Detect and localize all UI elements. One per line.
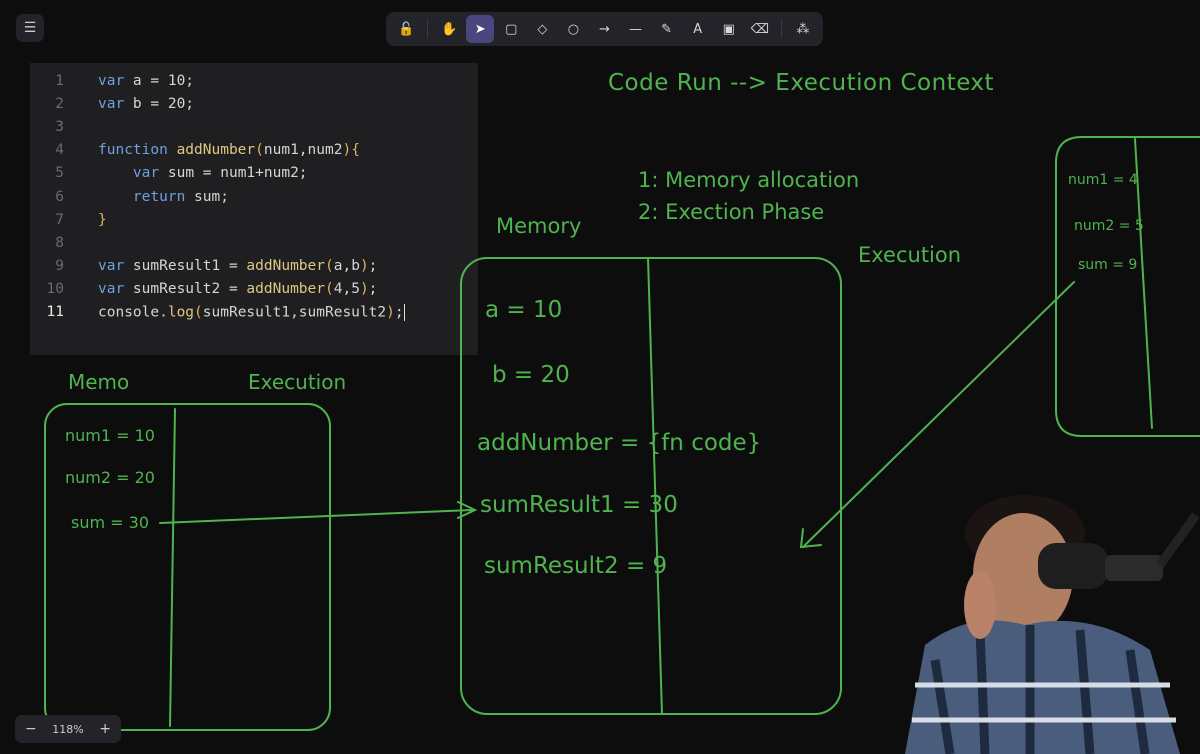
left-memory-entry: num2 = 20 bbox=[65, 468, 155, 487]
memory-entry: a = 10 bbox=[485, 297, 563, 323]
main-execution-label: Execution bbox=[858, 243, 962, 267]
main-memory-label: Memory bbox=[496, 214, 582, 238]
board-title: Code Run --> Execution Context bbox=[608, 70, 995, 96]
left-memory-label: Memo bbox=[68, 370, 130, 394]
memory-entry: addNumber = {fn code} bbox=[477, 430, 762, 456]
left-context-divider bbox=[169, 408, 176, 727]
memory-entry: sumResult2 = 9 bbox=[484, 553, 668, 579]
memory-entry: b = 20 bbox=[492, 362, 570, 388]
phase-step-1: 1: Memory allocation bbox=[638, 168, 860, 192]
right-memory-entry: sum = 9 bbox=[1078, 257, 1138, 273]
left-memory-entry: num1 = 10 bbox=[65, 426, 155, 445]
left-context-box bbox=[44, 403, 331, 731]
phase-step-2: 2: Exection Phase bbox=[638, 200, 825, 224]
zoom-in-button[interactable]: + bbox=[99, 721, 111, 737]
left-memory-entry: sum = 30 bbox=[71, 513, 149, 532]
presenter-webcam-overlay bbox=[905, 495, 1200, 754]
return-arrow-left bbox=[159, 509, 473, 524]
right-memory-entry: num2 = 5 bbox=[1074, 218, 1144, 234]
right-memory-entry: num1 = 4 bbox=[1068, 172, 1138, 188]
main-context-divider bbox=[647, 257, 663, 715]
memory-entry: sumResult1 = 30 bbox=[480, 492, 678, 518]
zoom-level[interactable]: 118% bbox=[52, 723, 83, 736]
zoom-controls: − 118% + bbox=[15, 715, 121, 743]
left-execution-label: Execution bbox=[248, 370, 347, 394]
zoom-out-button[interactable]: − bbox=[25, 721, 37, 737]
